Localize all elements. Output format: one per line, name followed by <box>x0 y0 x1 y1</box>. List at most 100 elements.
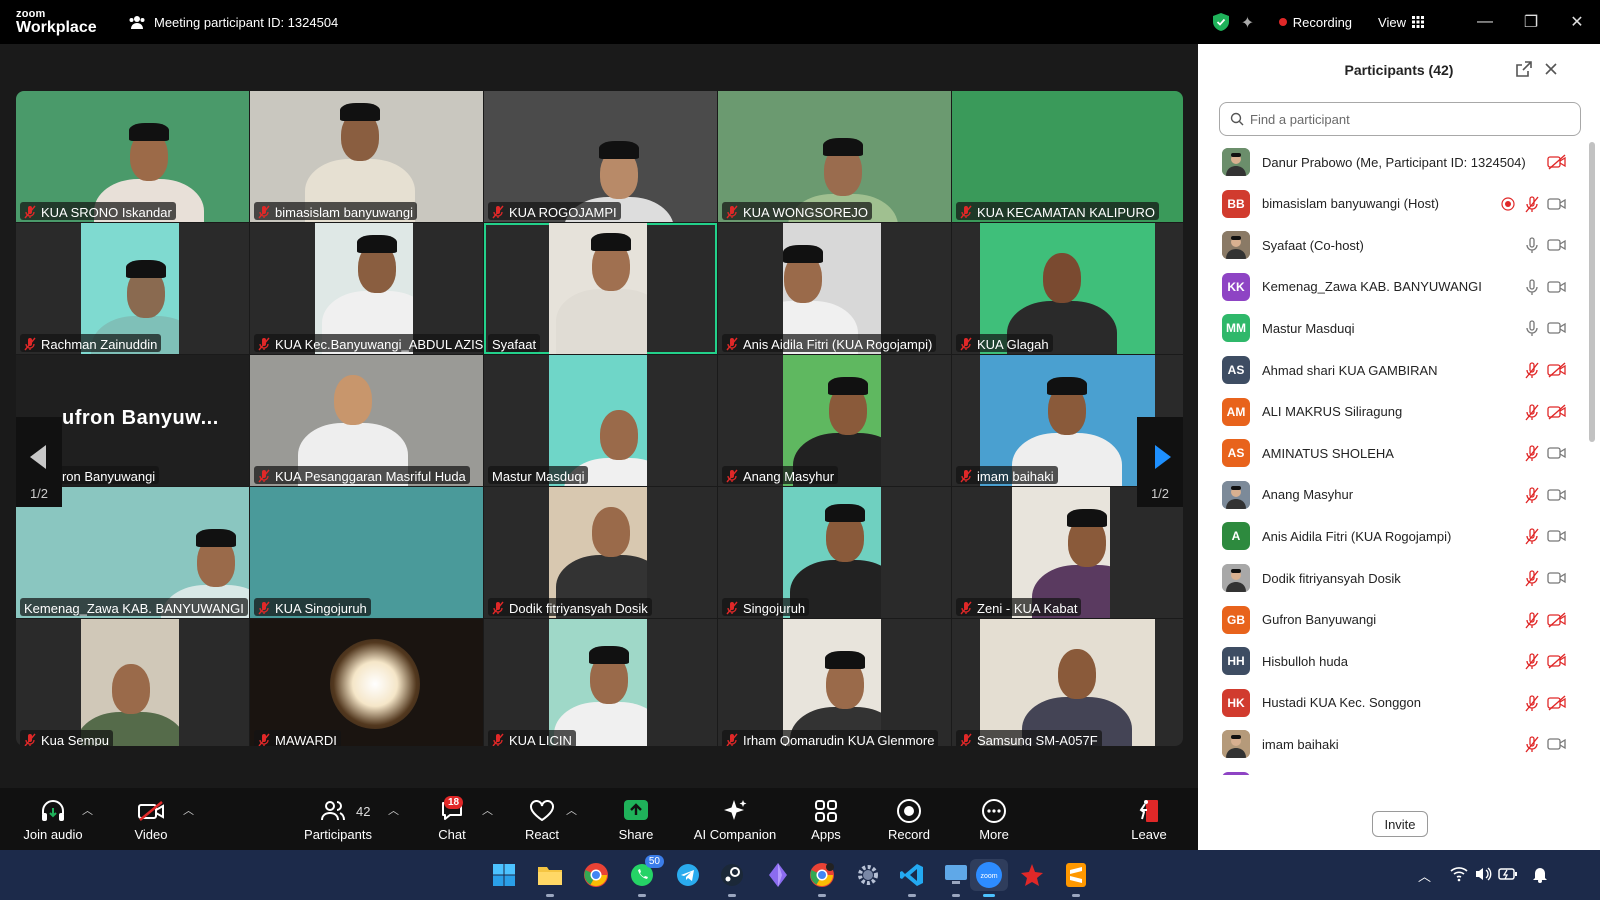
view-button[interactable]: View <box>1378 15 1406 30</box>
battery-icon[interactable] <box>1498 866 1518 882</box>
participant-row[interactable]: HH Hisbulloh huda <box>1198 640 1584 682</box>
start-button[interactable] <box>488 859 520 891</box>
participants-options-chevron-icon[interactable]: ︿ <box>388 802 399 818</box>
video-off-icon[interactable] <box>1547 611 1567 629</box>
chat-button[interactable]: 18 Chat <box>430 788 474 850</box>
volume-icon[interactable] <box>1474 866 1492 882</box>
mic-icon[interactable] <box>1522 319 1542 337</box>
react-button[interactable]: React <box>520 788 564 850</box>
invite-button[interactable]: Invite <box>1372 811 1428 837</box>
app-taskbar-button[interactable] <box>762 859 794 891</box>
participant-video-tile[interactable]: Kua Sempu <box>16 619 249 746</box>
participant-video-tile[interactable]: Irham Qomarudin KUA Glenmore <box>718 619 951 746</box>
participant-video-tile[interactable]: Samsung SM-A057F <box>952 619 1183 746</box>
record-button[interactable]: Record <box>886 788 932 850</box>
pop-out-icon[interactable] <box>1515 60 1533 78</box>
previous-page-button[interactable]: 1/2 <box>16 417 62 507</box>
participant-video-tile[interactable]: KUA ROGOJAMPI <box>484 91 717 222</box>
audio-options-chevron-icon[interactable]: ︿ <box>82 802 93 818</box>
muted-mic-icon[interactable] <box>1522 195 1542 213</box>
video-options-chevron-icon[interactable]: ︿ <box>183 802 194 818</box>
participant-row[interactable]: Anang Masyhur <box>1198 474 1584 516</box>
participant-row[interactable]: MM Mastur Masduqi <box>1198 307 1584 349</box>
close-panel-icon[interactable] <box>1542 60 1560 78</box>
chrome-profile-taskbar-button[interactable] <box>806 859 838 897</box>
notification-bell-icon[interactable] <box>1532 865 1548 883</box>
file-explorer-taskbar-button[interactable] <box>534 859 566 897</box>
video-camera-icon[interactable] <box>1547 444 1567 462</box>
more-button[interactable]: More <box>974 788 1014 850</box>
telegram-taskbar-button[interactable] <box>672 859 704 891</box>
next-page-button[interactable]: 1/2 <box>1137 417 1183 507</box>
participant-video-tile[interactable]: Anang Masyhur <box>718 355 951 486</box>
close-button[interactable]: ✕ <box>1554 0 1600 44</box>
mic-icon[interactable] <box>1522 236 1542 254</box>
grid-icon[interactable] <box>1412 16 1424 28</box>
participant-row[interactable]: AS Ahmad shari KUA GAMBIRAN <box>1198 349 1584 391</box>
remote-desktop-taskbar-button[interactable] <box>940 859 972 897</box>
mic-icon[interactable] <box>1522 278 1542 296</box>
muted-mic-icon[interactable] <box>1522 527 1542 545</box>
chrome-taskbar-button[interactable] <box>580 859 612 891</box>
video-off-icon[interactable] <box>1547 694 1567 712</box>
video-off-icon[interactable] <box>1547 403 1567 421</box>
muted-mic-icon[interactable] <box>1522 652 1542 670</box>
participant-row[interactable]: HK Hustadi KUA Kec. Songgon <box>1198 682 1584 724</box>
muted-mic-icon[interactable] <box>1522 444 1542 462</box>
participant-list-scrollbar[interactable] <box>1589 142 1595 442</box>
participant-video-tile[interactable]: Singojuruh <box>718 487 951 618</box>
participant-row[interactable]: imam baihaki <box>1198 723 1584 765</box>
leave-button[interactable]: Leave <box>1126 788 1172 850</box>
share-button[interactable]: Share <box>612 788 660 850</box>
video-camera-icon[interactable] <box>1547 735 1567 753</box>
participant-row[interactable]: AS AMINATUS SHOLEHA <box>1198 432 1584 474</box>
video-off-icon[interactable] <box>1547 361 1567 379</box>
video-camera-icon[interactable] <box>1547 195 1567 213</box>
participant-video-tile[interactable]: KUA SRONO Iskandar <box>16 91 249 222</box>
apps-button[interactable]: Apps <box>806 788 846 850</box>
video-camera-icon[interactable] <box>1547 278 1567 296</box>
video-camera-icon[interactable] <box>1547 569 1567 587</box>
whatsapp-taskbar-button[interactable]: 50 <box>626 855 664 897</box>
muted-mic-icon[interactable] <box>1522 486 1542 504</box>
muted-mic-icon[interactable] <box>1522 361 1542 379</box>
participants-button[interactable]: 42 Participants <box>300 788 376 850</box>
participant-row[interactable]: KK Kemenag_Zawa KAB. BANYUWANGI <box>1198 266 1584 308</box>
participant-row[interactable]: GB Gufron Banyuwangi <box>1198 599 1584 641</box>
participant-video-tile[interactable]: Mastur Masduqi <box>484 355 717 486</box>
video-camera-icon[interactable] <box>1547 486 1567 504</box>
show-hidden-icons-chevron-icon[interactable]: ︿ <box>1418 866 1431 885</box>
settings-taskbar-button[interactable] <box>852 859 884 891</box>
video-button[interactable]: Video <box>128 788 174 850</box>
participant-video-tile[interactable]: MAWARDI <box>250 619 483 746</box>
participant-row-partial[interactable] <box>1222 772 1250 775</box>
zoom-taskbar-button[interactable]: zoom <box>970 859 1008 897</box>
video-camera-icon[interactable] <box>1547 319 1567 337</box>
react-options-chevron-icon[interactable]: ︿ <box>566 802 577 818</box>
muted-mic-icon[interactable] <box>1522 611 1542 629</box>
chat-options-chevron-icon[interactable]: ︿ <box>482 802 493 818</box>
participant-row[interactable]: BB bimasislam banyuwangi (Host) <box>1198 183 1584 225</box>
participant-video-tile[interactable]: KUA WONGSOREJO <box>718 91 951 222</box>
participant-video-tile[interactable]: KUA Glagah <box>952 223 1183 354</box>
participant-video-tile[interactable]: Syafaat <box>484 223 717 354</box>
muted-mic-icon[interactable] <box>1522 403 1542 421</box>
sparkle-icon[interactable]: ✦ <box>1241 13 1259 32</box>
participant-row[interactable]: A Anis Aidila Fitri (KUA Rogojampi) <box>1198 515 1584 557</box>
participant-row[interactable]: Dodik fitriyansyah Dosik <box>1198 557 1584 599</box>
video-off-icon[interactable] <box>1547 652 1567 670</box>
participant-video-tile[interactable]: KUA Kec.Banyuwangi_ABDUL AZIS <box>250 223 483 354</box>
participant-video-tile[interactable]: Dodik fitriyansyah Dosik <box>484 487 717 618</box>
steam-taskbar-button[interactable] <box>716 859 748 897</box>
wifi-icon[interactable] <box>1450 866 1468 882</box>
participant-row[interactable]: Danur Prabowo (Me, Participant ID: 13245… <box>1198 141 1584 183</box>
muted-mic-icon[interactable] <box>1522 569 1542 587</box>
sublime-taskbar-button[interactable] <box>1060 859 1092 897</box>
video-camera-icon[interactable] <box>1547 236 1567 254</box>
participant-video-tile[interactable]: KUA LICIN <box>484 619 717 746</box>
muted-mic-icon[interactable] <box>1522 735 1542 753</box>
participant-video-tile[interactable]: KUA KECAMATAN KALIPURO <box>952 91 1183 222</box>
restore-button[interactable]: ❐ <box>1508 0 1554 44</box>
participant-video-tile[interactable]: bimasislam banyuwangi <box>250 91 483 222</box>
shield-icon[interactable] <box>1212 13 1229 31</box>
